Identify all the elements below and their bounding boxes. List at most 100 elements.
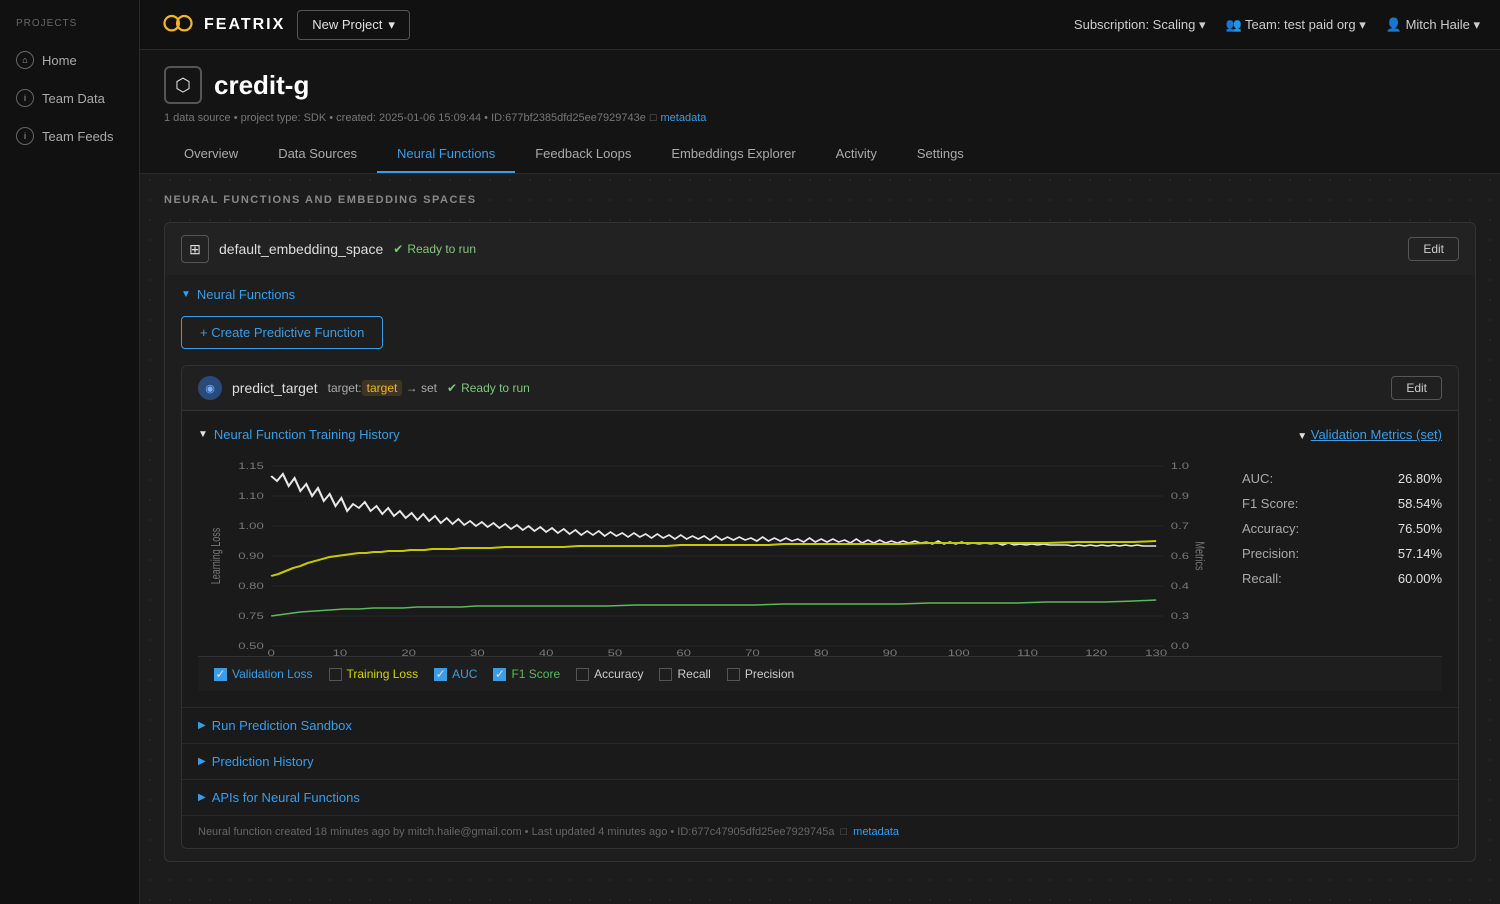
neural-functions-toggle[interactable]: ▼ Neural Functions [181, 287, 1459, 302]
apis-toggle[interactable]: ▶ APIs for Neural Functions [198, 790, 1442, 805]
svg-text:10: 10 [333, 649, 348, 656]
training-collapse-icon: ▼ [198, 429, 208, 440]
chevron-down-icon: ▾ [388, 17, 395, 33]
tab-datasources[interactable]: Data Sources [258, 136, 377, 173]
svg-text:70: 70 [745, 649, 760, 656]
sidebar-item-home[interactable]: ⌂ Home [0, 41, 139, 79]
run-prediction-icon: ▶ [198, 720, 206, 731]
project-name: credit-g [214, 70, 309, 101]
tab-activity[interactable]: Activity [816, 136, 897, 173]
tab-settings[interactable]: Settings [897, 136, 984, 173]
legend-accuracy[interactable]: Accuracy [576, 667, 643, 681]
svg-text:90: 90 [883, 649, 898, 656]
legend-checkbox-auc: ✓ [434, 668, 447, 681]
project-icon: ⬡ [164, 66, 202, 104]
project-tabs: Overview Data Sources Neural Functions F… [164, 136, 1476, 173]
training-loss-line [271, 541, 1156, 576]
embedding-edit-button[interactable]: Edit [1408, 237, 1459, 261]
teamdata-icon: i [16, 89, 34, 107]
f1-score-line [271, 600, 1156, 616]
svg-text:0: 0 [267, 649, 274, 656]
svg-text:110: 110 [1017, 649, 1038, 656]
topnav-right: Subscription: Scaling ▾ 👥 Team: test pai… [1074, 17, 1480, 33]
project-meta: 1 data source • project type: SDK • crea… [164, 112, 1476, 124]
chart-area: 1.15 1.10 1.00 0.90 0.80 0.75 0.50 Lea [198, 456, 1222, 656]
legend-checkbox-training-loss [329, 668, 342, 681]
embedding-name: default_embedding_space [219, 241, 383, 257]
legend-checkbox-validation-loss: ✓ [214, 668, 227, 681]
metric-recall: Recall: 60.00% [1242, 566, 1442, 591]
svg-text:30: 30 [470, 649, 485, 656]
sidebar: PROJECTS ⌂ Home i Team Data i Team Feeds [0, 0, 140, 904]
user-menu[interactable]: 👤 Mitch Haile ▾ [1386, 17, 1480, 33]
legend-checkbox-recall [659, 668, 672, 681]
topnav: FEATRIX New Project ▾ Subscription: Scal… [140, 0, 1500, 50]
predict-target-card: ◉ predict_target target:target → set ✔ R… [181, 365, 1459, 849]
training-history-label[interactable]: Neural Function Training History [214, 427, 400, 442]
prediction-history-toggle[interactable]: ▶ Prediction History [198, 754, 1442, 769]
subscription-selector[interactable]: Subscription: Scaling ▾ [1074, 17, 1206, 33]
topnav-left: FEATRIX New Project ▾ [160, 7, 410, 43]
metric-precision: Precision: 57.14% [1242, 541, 1442, 566]
metric-f1: F1 Score: 58.54% [1242, 491, 1442, 516]
teamfeeds-icon: i [16, 127, 34, 145]
svg-text:1.15: 1.15 [238, 462, 264, 472]
svg-text:1.10: 1.10 [238, 492, 264, 502]
svg-text:20: 20 [401, 649, 416, 656]
training-header: ▼ Neural Function Training History ▼ Val… [198, 427, 1442, 442]
legend-precision[interactable]: Precision [727, 667, 794, 681]
predict-edit-button[interactable]: Edit [1391, 376, 1442, 400]
validation-metrics-link[interactable]: Validation Metrics (set) [1311, 427, 1442, 442]
target-badge: target:target → set [328, 381, 437, 395]
metrics-panel: AUC: 26.80% F1 Score: 58.54% Accuracy: [1242, 456, 1442, 656]
predict-header-left: ◉ predict_target target:target → set ✔ R… [198, 376, 530, 400]
svg-text:100: 100 [948, 649, 970, 656]
team-selector[interactable]: 👥 Team: test paid org ▾ [1225, 17, 1365, 33]
run-prediction-section: ▶ Run Prediction Sandbox [182, 707, 1458, 743]
legend-f1-score[interactable]: ✓ F1 Score [493, 667, 560, 681]
svg-text:Metrics: Metrics [1192, 542, 1206, 571]
new-project-button[interactable]: New Project ▾ [297, 10, 410, 40]
tab-feedback-loops[interactable]: Feedback Loops [515, 136, 651, 173]
legend-checkbox-accuracy [576, 668, 589, 681]
footer-metadata-link[interactable]: metadata [853, 826, 899, 838]
neural-function-footer: Neural function created 18 minutes ago b… [182, 815, 1458, 848]
legend-validation-loss[interactable]: ✓ Validation Loss [214, 667, 313, 681]
embedding-icon: ⊞ [181, 235, 209, 263]
training-section: ▼ Neural Function Training History ▼ Val… [182, 411, 1458, 707]
tab-embeddings-explorer[interactable]: Embeddings Explorer [651, 136, 815, 173]
logo-area: FEATRIX [160, 7, 285, 43]
legend-recall[interactable]: Recall [659, 667, 710, 681]
apis-section: ▶ APIs for Neural Functions [182, 779, 1458, 815]
svg-text:130: 130 [1145, 649, 1167, 656]
legend-auc[interactable]: ✓ AUC [434, 667, 477, 681]
home-icon: ⌂ [16, 51, 34, 69]
sidebar-item-teamdata[interactable]: i Team Data [0, 79, 139, 117]
tab-neural-functions[interactable]: Neural Functions [377, 136, 515, 173]
logo-text: FEATRIX [204, 16, 285, 34]
tab-overview[interactable]: Overview [164, 136, 258, 173]
featrix-logo-icon [160, 7, 196, 43]
metadata-link[interactable]: metadata [661, 112, 707, 124]
collapse-icon: ▼ [181, 289, 191, 300]
chart-container: 1.15 1.10 1.00 0.90 0.80 0.75 0.50 Lea [198, 456, 1442, 656]
svg-text:60: 60 [676, 649, 691, 656]
svg-text:0.9: 0.9 [1171, 492, 1189, 502]
svg-text:0.7: 0.7 [1171, 522, 1189, 532]
chart-legend: ✓ Validation Loss Training Loss ✓ AUC [198, 656, 1442, 691]
svg-text:0.3: 0.3 [1171, 612, 1189, 622]
neural-functions-section: ▼ Neural Functions + Create Predictive F… [165, 275, 1475, 861]
embedding-ready-badge: ✔ Ready to run [393, 242, 476, 256]
main-content: FEATRIX New Project ▾ Subscription: Scal… [140, 0, 1500, 904]
run-prediction-toggle[interactable]: ▶ Run Prediction Sandbox [198, 718, 1442, 733]
legend-training-loss[interactable]: Training Loss [329, 667, 419, 681]
sidebar-item-teamfeeds[interactable]: i Team Feeds [0, 117, 139, 155]
create-predictive-function-button[interactable]: + Create Predictive Function [181, 316, 383, 349]
sidebar-projects-label: PROJECTS [0, 10, 139, 41]
predict-target-header: ◉ predict_target target:target → set ✔ R… [182, 366, 1458, 411]
svg-text:0.90: 0.90 [238, 552, 264, 562]
sidebar-item-label: Team Data [42, 91, 105, 106]
predict-target-name: predict_target [232, 380, 318, 396]
svg-text:50: 50 [608, 649, 623, 656]
legend-checkbox-precision [727, 668, 740, 681]
